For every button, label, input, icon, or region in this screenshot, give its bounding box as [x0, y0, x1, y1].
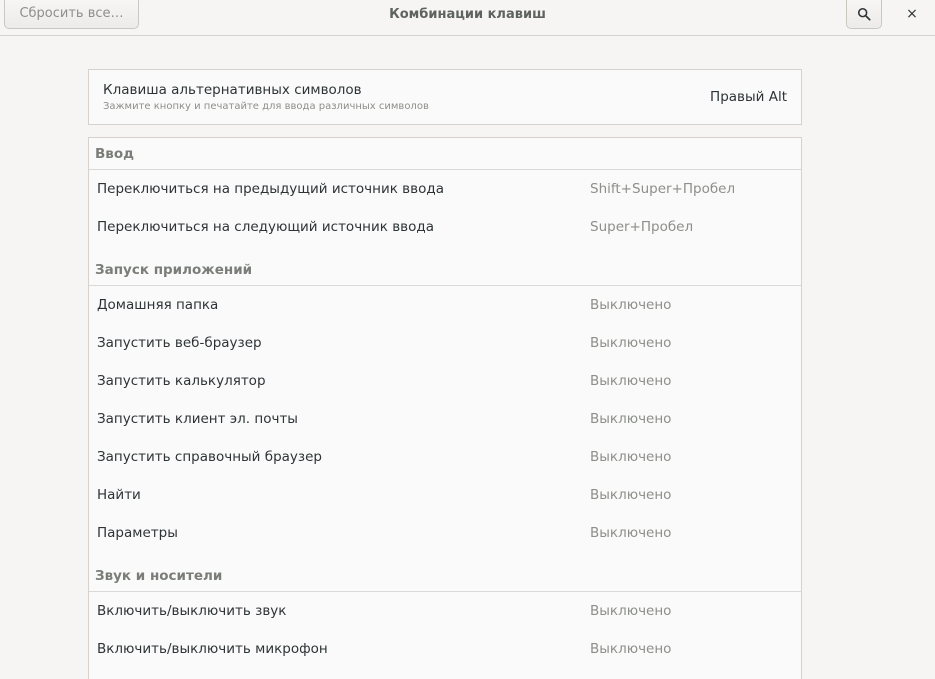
shortcut-label: Запустить клиент эл. почты [97, 411, 298, 427]
shortcut-row[interactable]: Запустить справочный браузер Выключено [89, 438, 801, 476]
window-title: Комбинации клавиш [389, 6, 546, 22]
shortcut-row[interactable]: Найти Выключено [89, 476, 801, 514]
shortcut-label: Переключиться на предыдущий источник вво… [97, 181, 444, 197]
shortcut-label: Включить/выключить звук [97, 603, 287, 619]
shortcut-accel: Super+Пробел [590, 219, 694, 235]
shortcut-label: Запустить калькулятор [97, 373, 266, 389]
alternate-characters-key-row[interactable]: Клавиша альтернативных символов Зажмите … [88, 69, 802, 125]
shortcut-label: Найти [97, 487, 141, 503]
alternate-characters-key-value: Правый Alt [710, 89, 787, 105]
shortcut-label: Запустить веб-браузер [97, 335, 262, 351]
shortcuts-list: Ввод Переключиться на предыдущий источни… [88, 137, 802, 679]
shortcut-label: Включить/выключить микрофон [97, 641, 328, 657]
shortcut-accel: Выключено [590, 525, 672, 541]
alternate-characters-key-description: Зажмите кнопку и печатайте для ввода раз… [103, 101, 429, 112]
header-bar: Сбросить все… Комбинации клавиш × [0, 0, 935, 36]
close-icon: × [906, 6, 918, 22]
shortcut-accel: Выключено [590, 335, 672, 351]
shortcut-row[interactable]: Домашняя папка Выключено [89, 286, 801, 324]
shortcut-row[interactable]: Переключиться на предыдущий источник вво… [89, 170, 801, 208]
section-header-input: Ввод [89, 138, 801, 170]
section-header-sound-and-media: Звук и носители [89, 560, 801, 592]
alternate-characters-key-title: Клавиша альтернативных символов [103, 82, 362, 98]
shortcut-accel: Выключено [590, 373, 672, 389]
keyboard-shortcuts-window: Сбросить все… Комбинации клавиш × Клавиш… [0, 0, 935, 679]
shortcut-label: Параметры [97, 525, 178, 541]
shortcut-row[interactable]: Параметры Выключено [89, 514, 801, 552]
search-button[interactable] [846, 0, 882, 29]
shortcut-row[interactable]: Запустить веб-браузер Выключено [89, 324, 801, 362]
shortcut-label: Домашняя папка [97, 297, 219, 313]
shortcut-accel: Выключено [590, 449, 672, 465]
shortcut-row[interactable]: Запустить клиент эл. почты Выключено [89, 400, 801, 438]
shortcut-accel: Выключено [590, 297, 672, 313]
shortcut-accel: Выключено [590, 487, 672, 503]
shortcut-accel: Выключено [590, 603, 672, 619]
search-icon [857, 7, 871, 21]
shortcut-accel: Выключено [590, 411, 672, 427]
reset-all-button[interactable]: Сбросить все… [4, 0, 139, 29]
section-header-launchers: Запуск приложений [89, 254, 801, 286]
shortcut-label: Переключиться на следующий источник ввод… [97, 219, 434, 235]
shortcut-accel: Shift+Super+Пробел [590, 181, 736, 197]
shortcut-row[interactable]: Запустить калькулятор Выключено [89, 362, 801, 400]
shortcut-row[interactable]: Включить/выключить микрофон Выключено [89, 630, 801, 668]
close-button[interactable]: × [898, 0, 926, 28]
shortcut-label: Запустить справочный браузер [97, 449, 322, 465]
shortcut-row[interactable]: Включить/выключить звук Выключено [89, 592, 801, 630]
shortcut-accel: Выключено [590, 641, 672, 657]
shortcut-row[interactable]: Переключиться на следующий источник ввод… [89, 208, 801, 246]
